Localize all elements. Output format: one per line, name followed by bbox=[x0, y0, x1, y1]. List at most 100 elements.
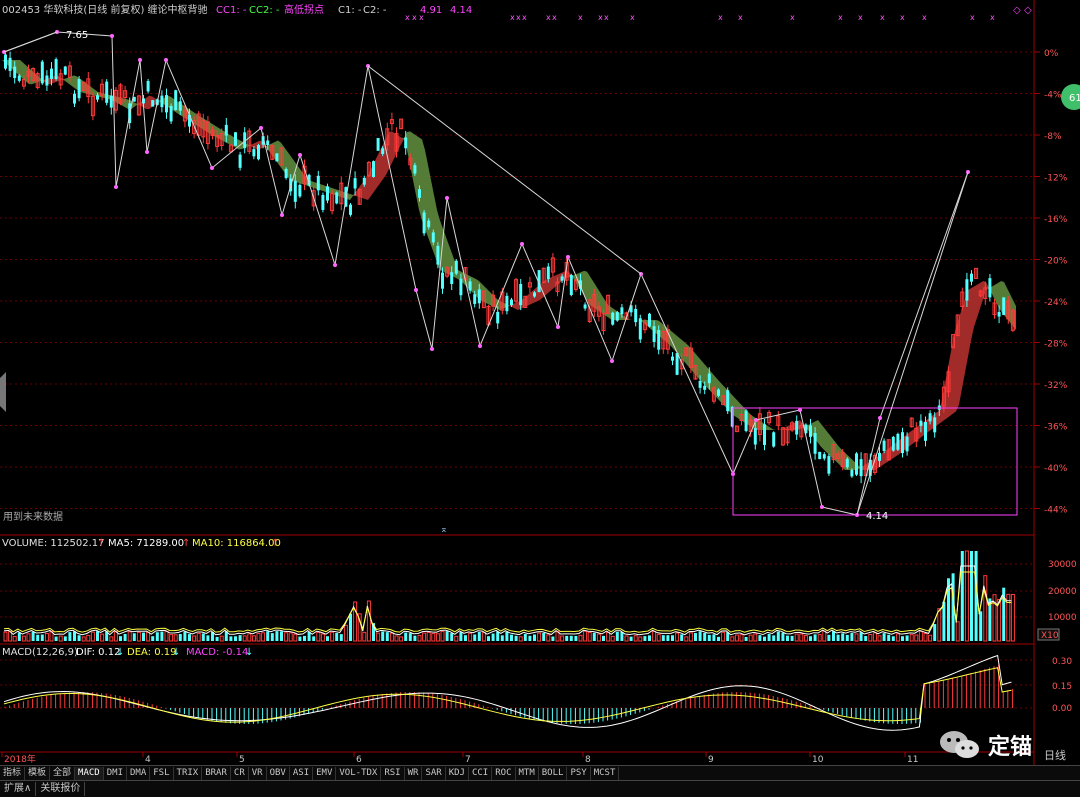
diamond-outline-icon[interactable]: ◇ bbox=[1024, 5, 1032, 16]
candle-body bbox=[657, 330, 661, 350]
arrow-down-icon: ↓ bbox=[172, 647, 180, 658]
price-tick: -16% bbox=[1044, 215, 1068, 225]
candle-body bbox=[698, 380, 702, 388]
volume-bar bbox=[127, 631, 132, 642]
volume-bar bbox=[3, 631, 8, 642]
volume-bar bbox=[542, 633, 546, 641]
tab-all[interactable]: 全部 bbox=[50, 766, 76, 780]
macd-axis-015: 0.15 bbox=[1052, 682, 1072, 692]
pivot-dot bbox=[414, 288, 418, 292]
pivot-dot bbox=[333, 263, 337, 267]
tab-mcst[interactable]: MCST bbox=[591, 766, 620, 780]
left-handle-icon[interactable] bbox=[0, 372, 6, 412]
volume-bar bbox=[822, 630, 827, 642]
tab-expand[interactable]: 扩展∧ bbox=[0, 782, 37, 796]
volume-bar bbox=[422, 632, 427, 642]
indicator-tabbar: 指标 模板 全部 MACD DMI DMA FSL TRIX BRAR CR VR OBV ASI EMV… bbox=[0, 765, 1080, 780]
tab-cci[interactable]: CCI bbox=[469, 766, 493, 780]
tab-macd[interactable]: MACD bbox=[75, 766, 104, 780]
wechat-icon bbox=[940, 731, 979, 758]
volume-bar bbox=[178, 633, 182, 641]
candle-body bbox=[376, 138, 380, 151]
volume-bar bbox=[560, 635, 565, 642]
candle-body bbox=[919, 420, 923, 426]
volume-bar bbox=[1006, 593, 1011, 642]
tab-mtm[interactable]: MTM bbox=[516, 766, 539, 780]
volume-bar bbox=[473, 634, 477, 641]
tab-rsi[interactable]: RSI bbox=[381, 766, 405, 780]
volume-bar bbox=[339, 634, 343, 641]
tab-vol-tdx[interactable]: VOL-TDX bbox=[336, 766, 382, 780]
scroll-marker-icon[interactable]: ⌅ bbox=[440, 525, 448, 535]
volume-bar bbox=[767, 633, 771, 641]
volume-bar bbox=[574, 635, 578, 641]
tab-vr[interactable]: VR bbox=[249, 766, 267, 780]
volume-bar bbox=[587, 632, 592, 642]
date-tick: 2018年 bbox=[4, 753, 36, 765]
candle-body bbox=[45, 75, 49, 86]
tab-boll[interactable]: BOLL bbox=[539, 766, 568, 780]
x-mark: x bbox=[790, 13, 795, 22]
volume-bar bbox=[868, 633, 873, 642]
candle-body bbox=[505, 295, 509, 312]
tab-brar[interactable]: BRAR bbox=[202, 766, 231, 780]
volume-bar bbox=[40, 634, 44, 641]
tab-related-quotes[interactable]: 关联报价 bbox=[36, 782, 86, 796]
volume-bar bbox=[620, 631, 624, 641]
volume-bar bbox=[615, 631, 619, 641]
x-mark: x bbox=[880, 13, 885, 22]
tab-obv[interactable]: OBV bbox=[267, 766, 290, 780]
tab-emv[interactable]: EMV bbox=[313, 766, 337, 780]
tab-dmi[interactable]: DMI bbox=[104, 766, 127, 780]
volume-bar bbox=[376, 632, 381, 642]
candle-body bbox=[422, 212, 426, 234]
tab-trix[interactable]: TRIX bbox=[174, 766, 203, 780]
volume-bar bbox=[192, 635, 197, 642]
tab-kdj[interactable]: KDJ bbox=[446, 766, 469, 780]
tab-roc[interactable]: ROC bbox=[492, 766, 516, 780]
volume-bar bbox=[459, 632, 463, 641]
volume-bar bbox=[81, 636, 86, 642]
candle-body bbox=[878, 452, 881, 461]
volume-bar bbox=[394, 635, 399, 642]
volume-bar bbox=[937, 608, 942, 642]
volume-bar bbox=[918, 630, 923, 642]
tab-dma[interactable]: DMA bbox=[127, 766, 151, 780]
volume-bar bbox=[979, 611, 983, 641]
tab-wr[interactable]: WR bbox=[405, 766, 423, 780]
volume-bar bbox=[155, 632, 159, 641]
macd-axis-000: 0.00 bbox=[1052, 704, 1072, 714]
volume-bar bbox=[652, 630, 657, 642]
pivot-dot bbox=[610, 359, 614, 363]
candle-body bbox=[753, 428, 757, 445]
volume-bar bbox=[887, 634, 891, 641]
tab-psy[interactable]: PSY bbox=[567, 766, 591, 780]
volume-bar bbox=[385, 632, 389, 641]
volume-bar bbox=[312, 636, 316, 641]
candle-body bbox=[165, 95, 168, 113]
candle-body bbox=[238, 154, 242, 168]
volume-bar bbox=[343, 624, 348, 642]
price-axis: 0% -4% -8% -12% -16% -20% -24% -28% -32% -36% -40%… bbox=[1044, 49, 1068, 516]
price-tick: -40% bbox=[1044, 464, 1068, 474]
x-mark: x bbox=[412, 13, 417, 22]
candle-body bbox=[997, 312, 1001, 317]
x-mark: x bbox=[552, 13, 557, 22]
tab-sar[interactable]: SAR bbox=[422, 766, 446, 780]
pivot-dot bbox=[210, 166, 214, 170]
volume-bar bbox=[684, 636, 689, 642]
candle-body bbox=[845, 458, 849, 468]
tab-fsl[interactable]: FSL bbox=[150, 766, 174, 780]
tab-cr[interactable]: CR bbox=[231, 766, 249, 780]
candle-body bbox=[63, 66, 67, 75]
volume-bar bbox=[96, 631, 99, 641]
tab-indicator[interactable]: 指标 bbox=[0, 766, 26, 780]
date-tick: 6 bbox=[356, 755, 362, 765]
volume-bar bbox=[786, 635, 789, 641]
chart-canvas[interactable]: xxxxxxxxxxxxxxxxxxxxxx 002453 华软科技(日线 前复… bbox=[0, 0, 1080, 765]
diamond-icon[interactable]: ◇ bbox=[1013, 5, 1021, 16]
volume-bar bbox=[284, 632, 289, 642]
tab-template[interactable]: 模板 bbox=[25, 766, 51, 780]
volume-bar bbox=[21, 635, 26, 642]
tab-asi[interactable]: ASI bbox=[290, 766, 314, 780]
